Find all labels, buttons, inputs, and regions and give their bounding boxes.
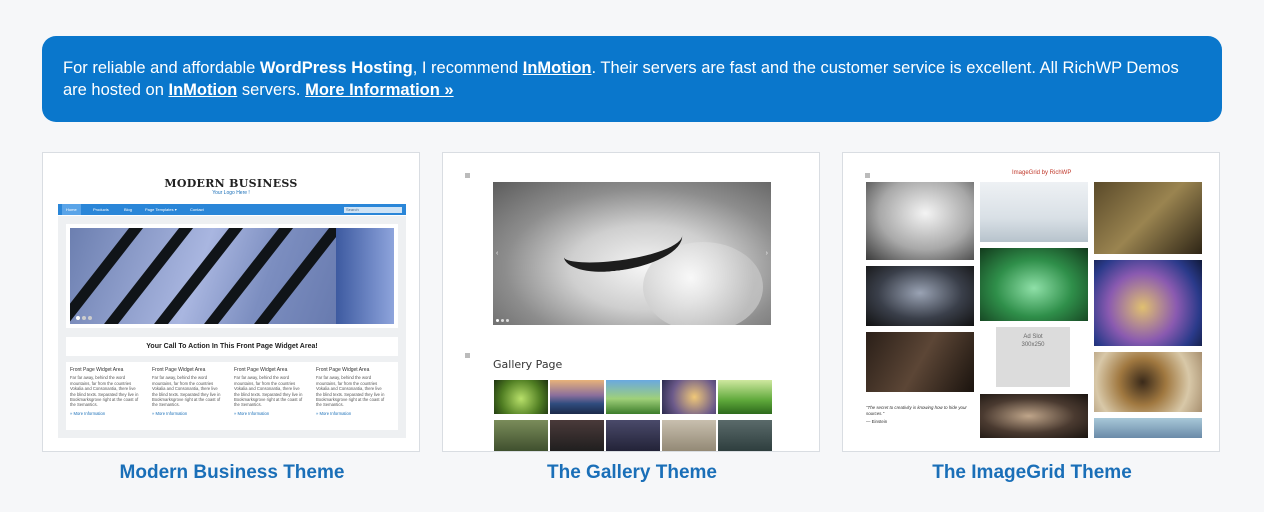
preview-imagegrid-logo: ImageGrid by RichWP bbox=[1012, 170, 1072, 176]
imagegrid-theme-preview[interactable]: ImageGrid by RichWP Ad Slot 300x250 "The… bbox=[842, 152, 1220, 452]
preview-nav-item: Blog bbox=[124, 207, 133, 212]
preview-site-title: MODERN BUSINESS bbox=[164, 177, 298, 190]
preview-menu-icon bbox=[465, 353, 470, 358]
preview-site-subtitle: Your Logo Here ! bbox=[212, 190, 250, 196]
banner-text: , I recommend bbox=[412, 59, 523, 77]
gallery-theme-link[interactable]: The Gallery Theme bbox=[442, 462, 822, 484]
inmotion-link[interactable]: InMotion bbox=[523, 59, 592, 77]
hosting-recommendation-banner: For reliable and affordable WordPress Ho… bbox=[42, 36, 1222, 122]
gallery-theme-preview[interactable]: ‹ › Gallery Page bbox=[442, 152, 820, 452]
preview-nav-item: Page Templates ▾ bbox=[145, 207, 177, 212]
preview-widget: Front Page Widget Area Far far away, beh… bbox=[234, 367, 303, 416]
preview-nav-item: Products bbox=[93, 207, 109, 212]
banner-text: servers. bbox=[237, 81, 306, 99]
building-photo bbox=[70, 228, 394, 324]
modern-business-theme-preview[interactable]: MODERN BUSINESS Your Logo Here ! Home Pr… bbox=[42, 152, 420, 452]
preview-body: Your Call To Action In This Front Page W… bbox=[58, 216, 406, 438]
preview-widget: Front Page Widget Area Far far away, beh… bbox=[316, 367, 385, 416]
preview-menu-icon bbox=[865, 173, 870, 178]
more-information-link[interactable]: More Information » bbox=[305, 81, 454, 99]
preview-search-box: Search bbox=[344, 206, 402, 213]
preview-widget: Front Page Widget Area Far far away, beh… bbox=[70, 367, 139, 416]
banner-text: For reliable and affordable bbox=[63, 59, 260, 77]
preview-gallery-title: Gallery Page bbox=[493, 358, 563, 371]
preview-quote: "The secret to creativity is knowing how… bbox=[866, 405, 967, 424]
preview-nav-item: Home bbox=[62, 204, 81, 215]
inmotion-link-2[interactable]: InMotion bbox=[169, 81, 238, 99]
preview-widget: Front Page Widget Area Far far away, beh… bbox=[152, 367, 221, 416]
modern-business-theme-link[interactable]: Modern Business Theme bbox=[42, 462, 422, 484]
ad-slot-size: 300x250 bbox=[1021, 342, 1045, 348]
preview-nav-item: Contact bbox=[190, 207, 204, 212]
preview-slider bbox=[66, 224, 398, 328]
preview-widget-area: Front Page Widget Area Far far away, beh… bbox=[66, 362, 398, 430]
imagegrid-theme-link[interactable]: The ImageGrid Theme bbox=[842, 462, 1222, 484]
preview-menu-icon bbox=[465, 173, 470, 178]
ad-slot: Ad Slot 300x250 bbox=[996, 327, 1070, 387]
preview-call-to-action: Your Call To Action In This Front Page W… bbox=[66, 337, 398, 356]
preview-nav-bar: Home Products Blog Page Templates ▾ Cont… bbox=[58, 204, 406, 215]
ad-slot-title: Ad Slot bbox=[1023, 334, 1043, 340]
eye-closeup-photo: ‹ › bbox=[493, 182, 771, 325]
banner-strong-wordpress-hosting: WordPress Hosting bbox=[259, 59, 413, 77]
